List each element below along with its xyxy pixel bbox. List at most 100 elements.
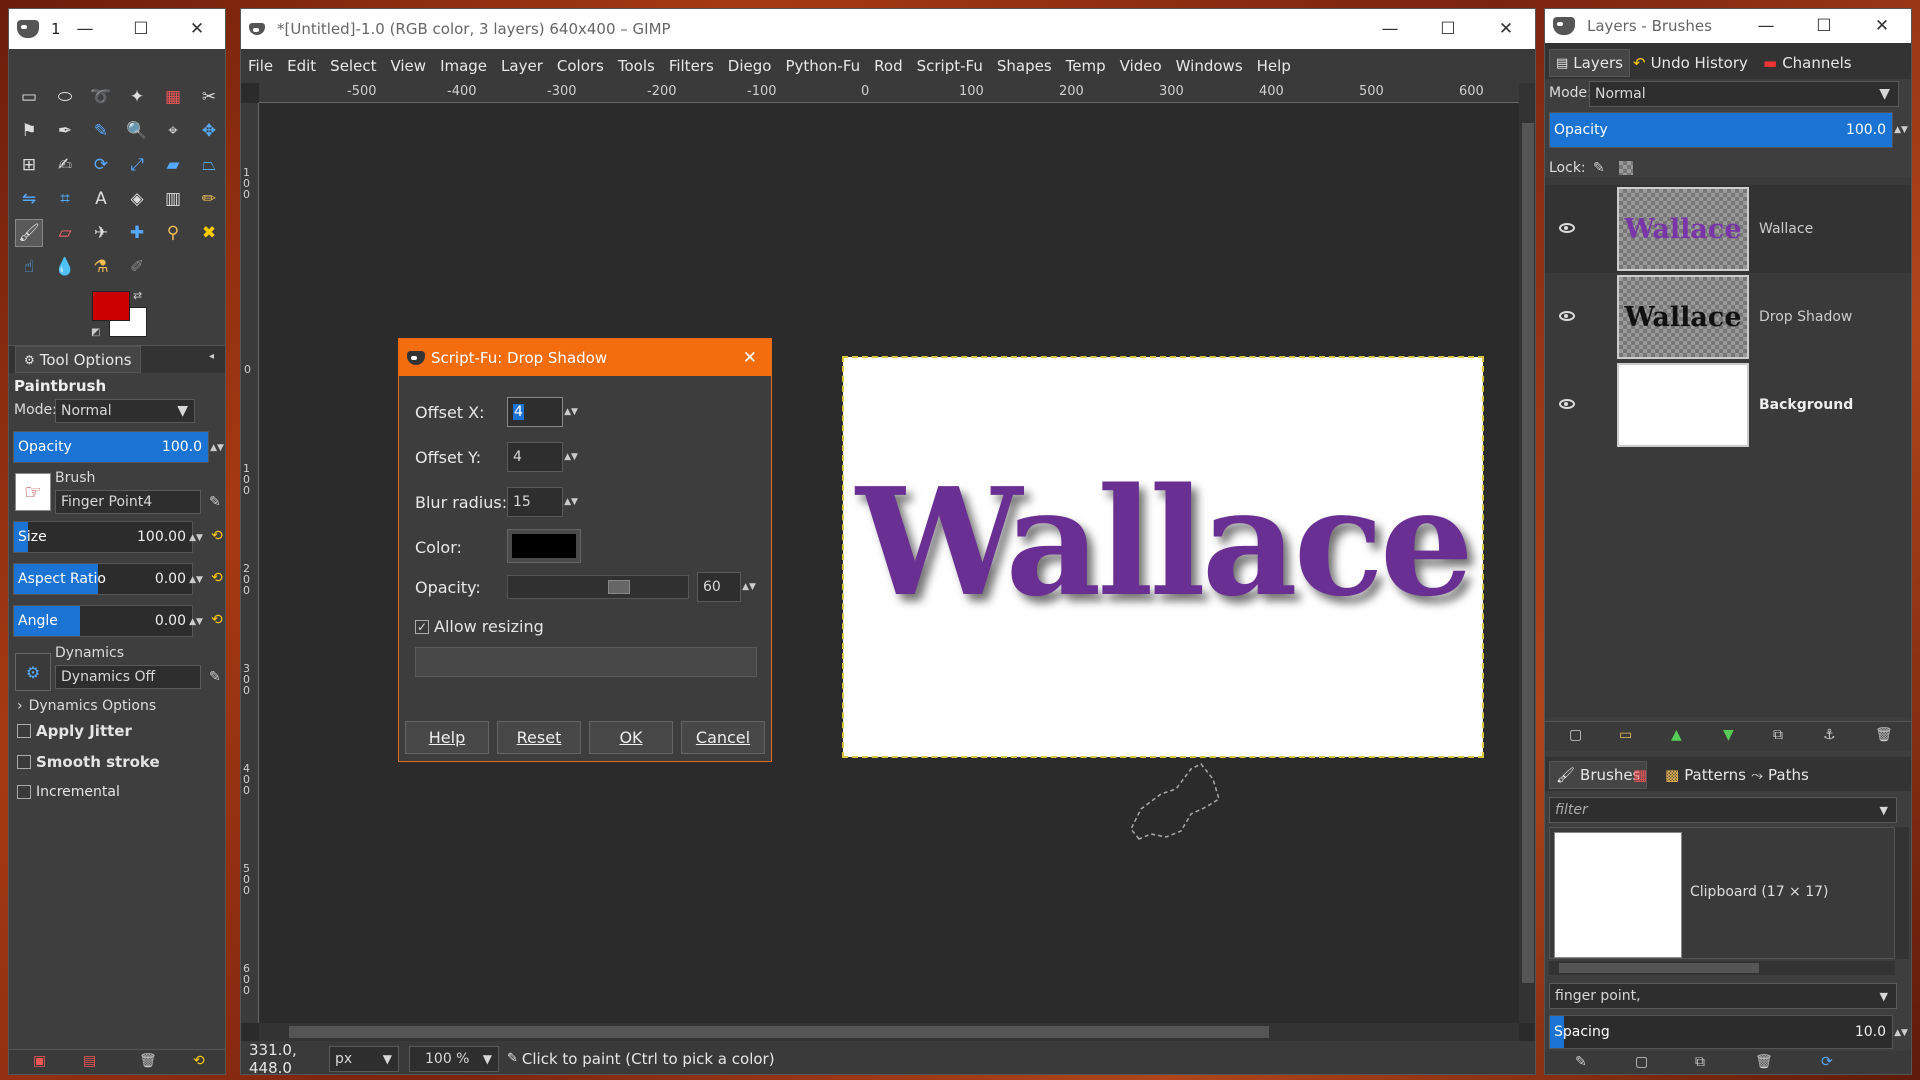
- blur-radius-spin-icon[interactable]: ▲▼: [564, 487, 578, 517]
- horizontal-ruler[interactable]: -500 -400 -300 -200 -100 0 100 200 300 4…: [259, 83, 1519, 103]
- ok-button[interactable]: OK: [589, 721, 673, 754]
- refresh-brushes-icon[interactable]: ⟳: [1821, 1054, 1833, 1070]
- free-select-icon[interactable]: ➰: [87, 83, 115, 111]
- minimize-icon[interactable]: —: [57, 9, 113, 49]
- brush-thumb[interactable]: ☞: [15, 473, 51, 511]
- reset-button[interactable]: Reset: [497, 721, 581, 754]
- size-spin-icon[interactable]: ▲▼: [189, 523, 203, 553]
- new-layer-group-icon[interactable]: ▭: [1619, 727, 1632, 743]
- color-picker-icon[interactable]: ✎: [87, 117, 115, 145]
- menu-diego[interactable]: Diego: [721, 57, 779, 75]
- dialog-opacity-spin-icon[interactable]: ▲▼: [742, 572, 756, 602]
- size-reset-icon[interactable]: ⟲: [211, 528, 223, 544]
- spacing-slider[interactable]: Spacing 10.0: [1549, 1015, 1893, 1049]
- tab-palettes-icon[interactable]: ▦: [1633, 761, 1647, 789]
- tab-undo-history[interactable]: ↶ Undo History: [1627, 49, 1754, 77]
- close-icon[interactable]: ✕: [169, 9, 225, 49]
- delete-options-icon[interactable]: 🗑: [139, 1053, 157, 1069]
- mode-select[interactable]: Normal ▼: [55, 399, 195, 423]
- edit-dynamics-icon[interactable]: ✎: [209, 669, 221, 685]
- cancel-button[interactable]: Cancel: [681, 721, 765, 754]
- layer-opacity-spin-icon[interactable]: ▲▼: [1894, 113, 1908, 147]
- edit-brush-icon[interactable]: ✎: [1575, 1054, 1587, 1070]
- size-slider[interactable]: Size 100.00: [13, 521, 193, 553]
- reset-options-icon[interactable]: ⟲: [193, 1053, 205, 1069]
- tab-layers[interactable]: ▤ Layers: [1549, 49, 1630, 77]
- save-options-icon[interactable]: ▣: [33, 1053, 46, 1069]
- perspective-clone-icon[interactable]: ✖: [195, 219, 223, 247]
- raise-layer-icon[interactable]: ▲: [1671, 727, 1682, 743]
- vertical-scrollbar[interactable]: [1519, 83, 1535, 1023]
- brush-grid-hscrollbar-thumb[interactable]: [1559, 963, 1759, 973]
- layer-name[interactable]: Wallace: [1759, 221, 1813, 237]
- airbrush-icon[interactable]: ✈: [87, 219, 115, 247]
- heal-icon[interactable]: ✚: [123, 219, 151, 247]
- menu-edit[interactable]: Edit: [280, 57, 323, 75]
- cage-icon[interactable]: ⌗: [51, 185, 79, 213]
- menu-python-fu[interactable]: Python-Fu: [778, 57, 867, 75]
- dialog-opacity-input[interactable]: 60: [697, 572, 741, 602]
- menu-filters[interactable]: Filters: [662, 57, 721, 75]
- brush-preview-thumb[interactable]: [1554, 832, 1682, 958]
- duplicate-layer-icon[interactable]: ⧉: [1773, 727, 1783, 743]
- align-icon[interactable]: ⊞: [15, 151, 43, 179]
- horizontal-scrollbar-thumb[interactable]: [289, 1026, 1269, 1038]
- dodge-burn-icon[interactable]: ⚗: [87, 253, 115, 281]
- close-icon[interactable]: ✕: [1477, 9, 1535, 49]
- rect-select-icon[interactable]: ▭: [15, 83, 43, 111]
- apply-jitter-checkbox[interactable]: Apply Jitter: [17, 722, 132, 740]
- lock-pixels-icon[interactable]: ✎: [1593, 160, 1605, 176]
- opacity-slider[interactable]: Opacity 100.0: [13, 431, 209, 463]
- blur-radius-input[interactable]: 15: [507, 487, 563, 517]
- text-icon[interactable]: A: [87, 185, 115, 213]
- color-select-icon[interactable]: ▦: [159, 83, 187, 111]
- warp-icon[interactable]: ✐: [123, 253, 151, 281]
- tab-paths[interactable]: ⤳ Paths: [1747, 761, 1813, 789]
- layer-row[interactable]: Wallace Drop Shadow: [1545, 273, 1911, 361]
- duplicate-brush-icon[interactable]: ⧉: [1695, 1054, 1705, 1070]
- menu-view[interactable]: View: [383, 57, 433, 75]
- layer-name[interactable]: Drop Shadow: [1759, 309, 1852, 325]
- lock-alpha-icon[interactable]: [1619, 161, 1633, 175]
- delete-brush-icon[interactable]: 🗑: [1755, 1054, 1773, 1070]
- layer-name[interactable]: Background: [1759, 397, 1853, 413]
- menu-script-fu[interactable]: Script-Fu: [910, 57, 990, 75]
- smudge-icon[interactable]: ☝: [15, 253, 43, 281]
- maximize-icon[interactable]: ☐: [1795, 9, 1853, 43]
- image-canvas[interactable]: Wallace: [842, 356, 1484, 758]
- blur-icon[interactable]: 💧: [51, 253, 79, 281]
- eraser-icon[interactable]: ▱: [51, 219, 79, 247]
- dialog-opacity-slider-handle[interactable]: [608, 580, 630, 594]
- allow-resizing-checkbox[interactable]: ✓ Allow resizing: [415, 617, 544, 636]
- swap-colors-icon[interactable]: ⇄: [133, 289, 142, 302]
- menu-layer[interactable]: Layer: [494, 57, 550, 75]
- clone-icon[interactable]: ⚲: [159, 219, 187, 247]
- menu-help[interactable]: Help: [1250, 57, 1298, 75]
- reset-colors-icon[interactable]: ◩: [91, 327, 100, 338]
- menu-select[interactable]: Select: [323, 57, 383, 75]
- ink-icon[interactable]: ✍: [51, 151, 79, 179]
- maximize-icon[interactable]: ☐: [1419, 9, 1477, 49]
- horizontal-scrollbar[interactable]: [259, 1023, 1519, 1041]
- menu-rod[interactable]: Rod: [867, 57, 909, 75]
- new-layer-icon[interactable]: ▢: [1569, 727, 1582, 743]
- menu-image[interactable]: Image: [433, 57, 494, 75]
- layers-mode-select[interactable]: Normal ▼: [1589, 81, 1899, 107]
- zoom-select[interactable]: 100 % ▼: [409, 1045, 499, 1072]
- measure-icon[interactable]: ⌖: [159, 117, 187, 145]
- menu-tools[interactable]: Tools: [611, 57, 662, 75]
- menu-video[interactable]: Video: [1113, 57, 1169, 75]
- crop-icon[interactable]: ✂: [195, 83, 223, 111]
- foreground-select-icon[interactable]: ⚑: [15, 117, 43, 145]
- brush-grid-scrollbar[interactable]: [1895, 827, 1909, 959]
- move-icon[interactable]: ✥: [195, 117, 223, 145]
- edit-brush-icon[interactable]: ✎: [209, 494, 221, 510]
- spacing-spin-icon[interactable]: ▲▼: [1894, 1017, 1908, 1049]
- offset-y-input[interactable]: 4: [507, 442, 563, 472]
- minimize-icon[interactable]: —: [1361, 9, 1419, 49]
- incremental-checkbox[interactable]: Incremental: [17, 784, 120, 800]
- brush-grid-hscrollbar[interactable]: [1549, 961, 1895, 975]
- paintbrush-icon[interactable]: 🖌: [15, 219, 43, 247]
- panel-menu-icon[interactable]: ◂: [209, 351, 214, 362]
- close-icon[interactable]: ✕: [743, 348, 757, 368]
